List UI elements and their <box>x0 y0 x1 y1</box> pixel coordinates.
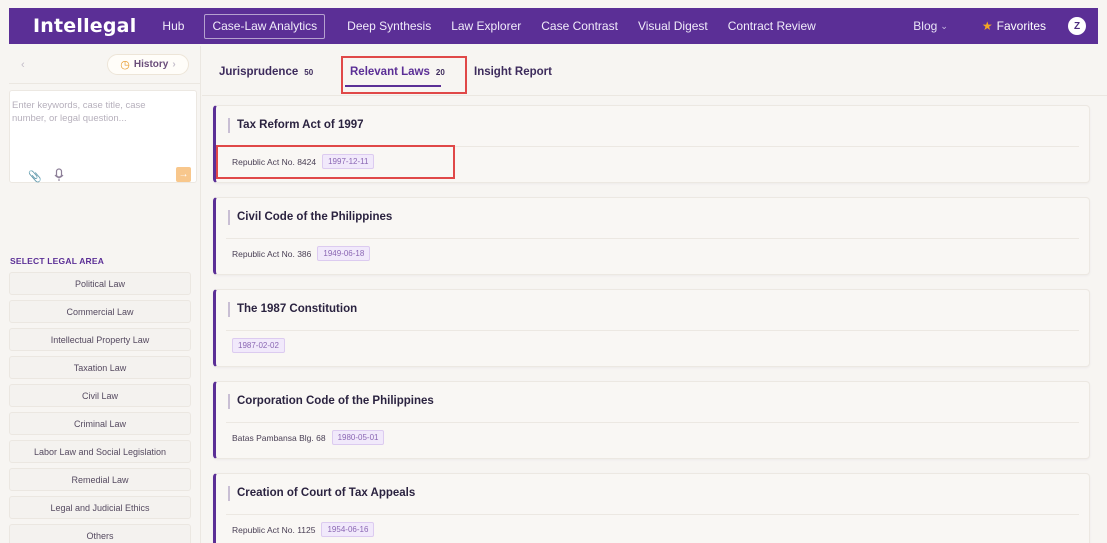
nav-item-law-explorer[interactable]: Law Explorer <box>451 19 521 33</box>
law-title: Creation of Court of Tax Appeals <box>228 486 415 501</box>
nav-item-case-law-analytics[interactable]: Case-Law Analytics <box>204 13 326 39</box>
law-meta: Republic Act No. 386 1949-06-18 <box>232 246 371 261</box>
history-button[interactable]: ◷ History › <box>107 54 189 75</box>
law-meta: Batas Pambansa Blg. 68 1980-05-01 <box>232 430 385 445</box>
legal-area-remedial-law[interactable]: Remedial Law <box>9 468 191 491</box>
blog-label: Blog <box>913 19 938 33</box>
law-card[interactable]: Creation of Court of Tax Appeals Republi… <box>213 473 1090 543</box>
sidebar-top: ‹ ◷ History › <box>9 46 200 84</box>
history-label: History <box>133 59 169 70</box>
legal-area-legal-ethics[interactable]: Legal and Judicial Ethics <box>9 496 191 519</box>
top-navbar: Intellegal Hub Case-Law Analytics Deep S… <box>9 8 1098 44</box>
card-divider <box>226 238 1079 239</box>
law-title: The 1987 Constitution <box>228 302 357 317</box>
tab-jurisprudence-count: 50 <box>304 68 314 77</box>
law-card[interactable]: Corporation Code of the Philippines Bata… <box>213 381 1090 459</box>
law-act-number: Batas Pambansa Blg. 68 <box>232 432 326 443</box>
sidebar: ‹ ◷ History › 📎 → SELECT LEGAL AREA Poli… <box>9 46 201 543</box>
card-divider <box>226 514 1079 515</box>
chevron-down-icon: ⌄ <box>940 20 948 31</box>
card-divider <box>226 330 1079 331</box>
law-card[interactable]: The 1987 Constitution 1987-02-02 <box>213 289 1090 367</box>
law-card[interactable]: Civil Code of the Philippines Republic A… <box>213 197 1090 275</box>
user-avatar[interactable]: Z <box>1068 17 1086 35</box>
chevron-right-icon: › <box>172 59 176 70</box>
legal-area-intellectual-property-law[interactable]: Intellectual Property Law <box>9 328 191 351</box>
law-title: Tax Reform Act of 1997 <box>228 118 364 133</box>
brand-logo[interactable]: Intellegal <box>33 15 136 37</box>
law-act-number: Republic Act No. 1125 <box>232 524 316 535</box>
paperclip-icon[interactable]: 📎 <box>28 170 42 183</box>
law-title: Civil Code of the Philippines <box>228 210 392 225</box>
law-date-tag: 1954-06-16 <box>321 522 375 537</box>
star-icon: ★ <box>981 19 993 33</box>
main-content: Jurisprudence 50 Relevant Laws 20 Insigh… <box>202 46 1107 543</box>
highlight-box-act <box>216 145 455 179</box>
nav-right-group: Blog ⌄ ★ Favorites Z <box>913 17 1098 35</box>
nav-item-visual-digest[interactable]: Visual Digest <box>638 19 708 33</box>
law-meta: 1987-02-02 <box>232 338 285 353</box>
tab-jurisprudence-label: Jurisprudence <box>219 66 299 78</box>
nav-item-deep-synthesis[interactable]: Deep Synthesis <box>347 19 431 33</box>
send-button[interactable]: → <box>176 167 191 182</box>
legal-area-civil-law[interactable]: Civil Law <box>9 384 191 407</box>
legal-area-political-law[interactable]: Political Law <box>9 272 191 295</box>
law-title: Corporation Code of the Philippines <box>228 394 434 409</box>
law-act-number: Republic Act No. 386 <box>232 248 312 259</box>
main-nav: Hub Case-Law Analytics Deep Synthesis La… <box>162 8 835 44</box>
result-tabs: Jurisprudence 50 Relevant Laws 20 Insigh… <box>202 46 1107 96</box>
search-input[interactable] <box>12 99 172 129</box>
law-date-tag: 1987-02-02 <box>232 338 285 353</box>
legal-area-criminal-law[interactable]: Criminal Law <box>9 412 191 435</box>
highlight-box-tab <box>341 56 467 94</box>
legal-area-title: SELECT LEGAL AREA <box>10 256 105 266</box>
law-meta: Republic Act No. 1125 1954-06-16 <box>232 522 375 537</box>
chevron-left-icon[interactable]: ‹ <box>21 59 25 71</box>
clock-icon: ◷ <box>120 59 130 71</box>
legal-area-list: Political Law Commercial Law Intellectua… <box>9 272 191 543</box>
law-date-tag: 1980-05-01 <box>331 430 385 445</box>
nav-item-contract-review[interactable]: Contract Review <box>728 19 816 33</box>
tab-insight-report[interactable]: Insight Report <box>474 66 552 78</box>
blog-dropdown[interactable]: Blog ⌄ <box>913 19 948 33</box>
favorites-label: Favorites <box>996 19 1046 33</box>
legal-area-commercial-law[interactable]: Commercial Law <box>9 300 191 323</box>
microphone-icon[interactable] <box>53 168 65 182</box>
tab-insight-report-label: Insight Report <box>474 66 552 78</box>
search-input-wrapper <box>10 99 172 133</box>
law-date-tag: 1949-06-18 <box>317 246 371 261</box>
nav-item-case-contrast[interactable]: Case Contrast <box>541 19 618 33</box>
nav-item-hub[interactable]: Hub <box>162 19 184 33</box>
favorites-button[interactable]: ★ Favorites <box>982 19 1046 33</box>
tab-jurisprudence[interactable]: Jurisprudence 50 <box>219 66 313 78</box>
legal-area-taxation-law[interactable]: Taxation Law <box>9 356 191 379</box>
card-divider <box>226 422 1079 423</box>
legal-area-labor-law[interactable]: Labor Law and Social Legislation <box>9 440 191 463</box>
legal-area-others[interactable]: Others <box>9 524 191 543</box>
arrow-right-icon: → <box>178 169 189 180</box>
